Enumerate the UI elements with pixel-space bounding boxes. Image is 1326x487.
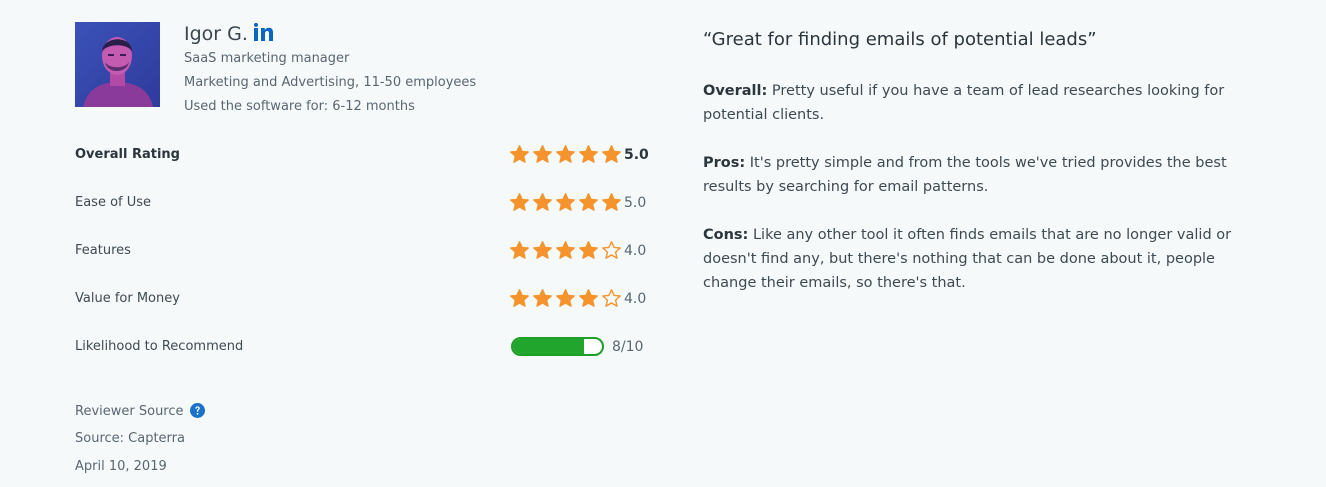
star-filled-icon [579, 193, 598, 211]
reviewer-name-row: Igor G. [184, 22, 273, 46]
star-filled-icon [533, 145, 552, 163]
rating-row-features: Features 4.0 [75, 239, 650, 263]
rating-label: Value for Money [75, 291, 180, 306]
star-rating [510, 288, 625, 310]
overall-label: Overall: [703, 83, 768, 99]
linkedin-icon[interactable] [253, 22, 273, 46]
star-filled-icon [602, 145, 621, 163]
reviewer-source-label: Reviewer Source [75, 404, 184, 419]
reviewer-title: SaaS marketing manager [184, 51, 350, 66]
star-filled-icon [510, 241, 529, 259]
review-date: April 10, 2019 [75, 459, 167, 474]
star-empty-icon [602, 241, 621, 259]
star-filled-icon [602, 193, 621, 211]
pros-label: Pros: [703, 155, 746, 171]
star-filled-icon [510, 193, 529, 211]
reviewer-company: Marketing and Advertising, 11-50 employe… [184, 75, 477, 90]
star-filled-icon [556, 289, 575, 307]
star-filled-icon [579, 289, 598, 307]
recommend-progress-fill [513, 339, 585, 354]
star-filled-icon [556, 241, 575, 259]
rating-label: Overall Rating [75, 147, 180, 162]
rating-row-value-for-money: Value for Money 4.0 [75, 287, 650, 311]
pros-text: It's pretty simple and from the tools we… [703, 155, 1227, 195]
source-text: Source: Capterra [75, 431, 185, 446]
star-rating [510, 240, 625, 262]
rating-label: Ease of Use [75, 195, 152, 210]
reviewer-usage: Used the software for: 6-12 months [184, 99, 415, 114]
star-filled-icon [510, 145, 529, 163]
review-title: “Great for finding emails of potential l… [703, 29, 1097, 50]
star-filled-icon [533, 193, 552, 211]
rating-value: 4.0 [624, 291, 647, 307]
cons-label: Cons: [703, 227, 749, 243]
cons-text: Like any other tool it often finds email… [703, 227, 1232, 291]
star-filled-icon [533, 289, 552, 307]
star-rating [510, 144, 625, 166]
reviewer-source-row: Reviewer Source [75, 403, 205, 422]
rating-row-recommend: Likelihood to Recommend 8/10 [75, 335, 650, 359]
rating-row-overall: Overall Rating 5.0 [75, 143, 650, 167]
star-rating [510, 192, 625, 214]
review-cons: Cons: Like any other tool it often finds… [703, 223, 1263, 295]
star-filled-icon [579, 145, 598, 163]
review-pros: Pros: It's pretty simple and from the to… [703, 151, 1263, 199]
reviewer-name: Igor G. [184, 23, 248, 45]
rating-value: 5.0 [624, 195, 647, 211]
recommend-label: Likelihood to Recommend [75, 339, 244, 354]
rating-value: 4.0 [624, 243, 647, 259]
star-filled-icon [556, 145, 575, 163]
rating-value: 5.0 [624, 147, 649, 163]
overall-text: Pretty useful if you have a team of lead… [703, 83, 1225, 123]
reviewer-avatar [75, 22, 160, 107]
review-overall: Overall: Pretty useful if you have a tea… [703, 79, 1263, 127]
question-circle-icon[interactable] [189, 403, 205, 422]
star-filled-icon [579, 241, 598, 259]
review-card: Igor G. SaaS marketing manager Marketing… [0, 0, 1326, 487]
recommend-value: 8/10 [612, 339, 644, 355]
rating-label: Features [75, 243, 131, 258]
star-filled-icon [510, 289, 529, 307]
star-filled-icon [556, 193, 575, 211]
recommend-progress-bar [511, 337, 604, 356]
star-filled-icon [533, 241, 552, 259]
rating-row-ease-of-use: Ease of Use 5.0 [75, 191, 650, 215]
star-empty-icon [602, 289, 621, 307]
